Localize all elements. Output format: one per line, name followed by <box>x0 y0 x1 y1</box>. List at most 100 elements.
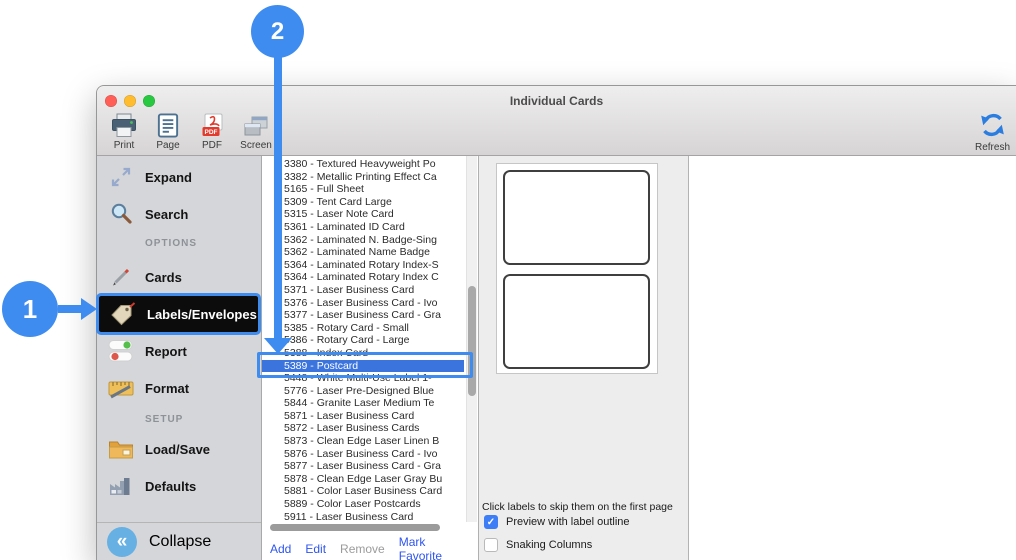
refresh-label: Refresh <box>975 142 1010 153</box>
add-button[interactable]: Add <box>270 542 291 556</box>
list-item[interactable]: 5376 - Laser Business Card - Ivo <box>262 297 464 310</box>
list-item[interactable]: 3380 - Textured Heavyweight Po <box>262 158 464 171</box>
pdf-button[interactable]: PDF PDF <box>193 113 231 151</box>
collapse-label: Collapse <box>149 533 211 551</box>
vertical-scrollbar[interactable] <box>466 156 477 522</box>
list-item[interactable]: 5165 - Full Sheet <box>262 183 464 196</box>
page-button[interactable]: Page <box>149 113 187 151</box>
vertical-scrollbar-thumb[interactable] <box>468 286 476 396</box>
list-item[interactable]: 5377 - Laser Business Card - Gra <box>262 309 464 322</box>
sidebar-item-label: Load/Save <box>145 442 210 457</box>
pdf-icon: PDF <box>201 113 224 138</box>
window-title: Individual Cards <box>97 94 1016 108</box>
folder-icon <box>107 438 135 460</box>
step-2-arrow-line <box>274 56 282 338</box>
preview-panel: Click labels to skip them on the first p… <box>479 156 689 560</box>
snaking-columns-option[interactable]: Snaking Columns <box>484 538 592 552</box>
screenshot-canvas: Individual Cards Print <box>0 0 1016 560</box>
tag-icon <box>109 302 137 326</box>
step-1-arrow-line <box>58 305 82 313</box>
sidebar-item-label: Format <box>145 381 189 396</box>
edit-button[interactable]: Edit <box>305 542 326 556</box>
sidebar-item-format[interactable]: Format <box>97 373 261 403</box>
screen-button[interactable]: Screen <box>237 113 275 151</box>
list-item[interactable]: 5371 - Laser Business Card <box>262 284 464 297</box>
list-item[interactable]: 5362 - Laminated Name Badge <box>262 246 464 259</box>
horizontal-scrollbar-thumb[interactable] <box>270 524 440 531</box>
sidebar-item-label: Search <box>145 207 188 222</box>
label-list[interactable]: 3380 - Textured Heavyweight Po3382 - Met… <box>262 158 464 524</box>
sidebar-section-setup: SETUP <box>145 414 183 425</box>
print-label: Print <box>114 140 135 151</box>
list-item[interactable]: 3382 - Metallic Printing Effect Ca <box>262 171 464 184</box>
svg-text:PDF: PDF <box>204 129 217 136</box>
list-item[interactable]: 5878 - Clean Edge Laser Gray Bu <box>262 473 464 486</box>
list-item[interactable]: 5385 - Rotary Card - Small <box>262 322 464 335</box>
pdf-label: PDF <box>202 140 222 151</box>
search-icon <box>107 202 135 226</box>
list-item[interactable]: 5309 - Tent Card Large <box>262 196 464 209</box>
list-item[interactable]: 5889 - Color Laser Postcards <box>262 498 464 511</box>
snaking-columns-checkbox[interactable] <box>484 538 498 552</box>
label-preview-page[interactable] <box>496 163 658 374</box>
window-content: Expand Search OPTIONS <box>97 156 1016 560</box>
label-outline-top[interactable] <box>503 170 650 265</box>
remove-button[interactable]: Remove <box>340 542 385 556</box>
expand-icon <box>107 166 135 188</box>
sidebar-item-expand[interactable]: Expand <box>97 162 261 192</box>
screen-label: Screen <box>240 140 272 151</box>
list-item[interactable]: 5881 - Color Laser Business Card <box>262 485 464 498</box>
step-2-highlight-box <box>257 352 473 378</box>
page-icon <box>157 113 179 138</box>
report-toggles-icon <box>107 339 135 363</box>
sidebar-item-load-save[interactable]: Load/Save <box>97 434 261 464</box>
checkbox-label: Preview with label outline <box>506 516 630 528</box>
refresh-icon <box>979 112 1006 141</box>
page-label: Page <box>156 140 179 151</box>
step-2-badge: 2 <box>251 5 304 58</box>
list-actions: Add Edit Remove Mark Favorite <box>262 536 478 560</box>
sidebar-section-options: OPTIONS <box>145 238 197 249</box>
list-item[interactable]: 5911 - Laser Business Card <box>262 511 464 524</box>
app-window: Individual Cards Print <box>96 85 1016 560</box>
list-item[interactable]: 5872 - Laser Business Cards <box>262 422 464 435</box>
list-item[interactable]: 5871 - Laser Business Card <box>262 410 464 423</box>
refresh-button[interactable]: Refresh <box>975 112 1010 153</box>
sidebar-item-cards[interactable]: Cards <box>97 262 261 292</box>
list-item[interactable]: 5386 - Rotary Card - Large <box>262 334 464 347</box>
mark-favorite-button[interactable]: Mark Favorite <box>399 535 464 560</box>
preview-outline-option[interactable]: Preview with label outline <box>484 515 630 529</box>
list-item[interactable]: 5876 - Laser Business Card - Ivo <box>262 448 464 461</box>
sidebar-item-labels-envelopes[interactable]: Labels/Envelopes <box>99 296 258 332</box>
collapse-button[interactable]: Collapse <box>97 523 261 560</box>
list-item[interactable]: 5364 - Laminated Rotary Index-S <box>262 259 464 272</box>
preview-outline-checkbox[interactable] <box>484 515 498 529</box>
chevron-double-left-icon <box>107 527 137 557</box>
print-button[interactable]: Print <box>105 113 143 151</box>
list-item[interactable]: 5776 - Laser Pre-Designed Blue <box>262 385 464 398</box>
step-1-badge: 1 <box>2 281 58 337</box>
sidebar-item-report[interactable]: Report <box>97 336 261 366</box>
pen-icon <box>107 266 135 288</box>
sidebar-item-search[interactable]: Search <box>97 199 261 229</box>
sidebar-item-defaults[interactable]: Defaults <box>97 471 261 501</box>
main-area <box>689 156 1016 560</box>
sidebar: Expand Search OPTIONS <box>97 156 262 560</box>
list-item[interactable]: 5873 - Clean Edge Laser Linen B <box>262 435 464 448</box>
label-outline-bottom[interactable] <box>503 274 650 369</box>
factory-icon <box>107 475 135 497</box>
skip-labels-hint: Click labels to skip them on the first p… <box>482 501 673 513</box>
list-item[interactable]: 5315 - Laser Note Card <box>262 208 464 221</box>
sidebar-item-label: Expand <box>145 170 192 185</box>
sidebar-item-label: Cards <box>145 270 182 285</box>
toolbar: Print Page <box>105 113 275 151</box>
list-item[interactable]: 5361 - Laminated ID Card <box>262 221 464 234</box>
list-item[interactable]: 5877 - Laser Business Card - Gra <box>262 460 464 473</box>
screen-icon <box>243 113 269 138</box>
list-item[interactable]: 5364 - Laminated Rotary Index C <box>262 271 464 284</box>
step-1-arrowhead <box>81 298 97 320</box>
window-header: Individual Cards Print <box>97 86 1016 156</box>
list-item[interactable]: 5844 - Granite Laser Medium Te <box>262 397 464 410</box>
list-item[interactable]: 5362 - Laminated N. Badge-Sing <box>262 234 464 247</box>
print-icon <box>111 113 137 138</box>
